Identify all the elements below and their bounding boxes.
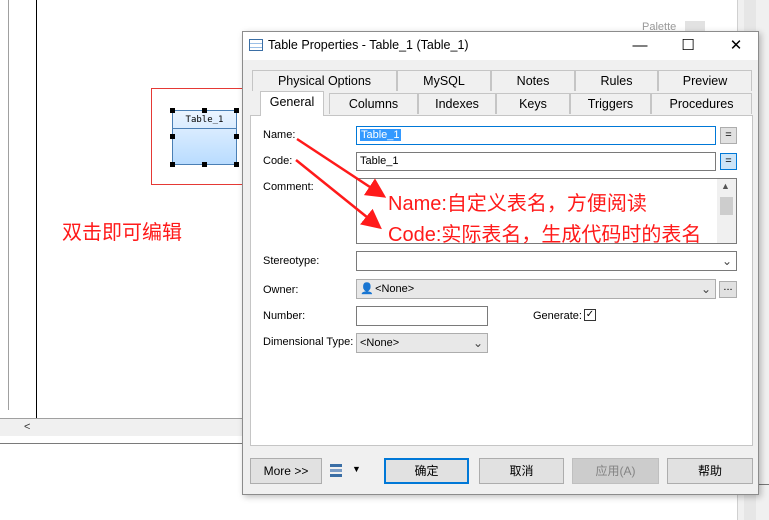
name-arrow bbox=[296, 137, 387, 198]
tab-general[interactable]: General bbox=[260, 91, 324, 116]
name-annotation: Name:自定义表名，方便阅读 bbox=[388, 193, 647, 215]
code-arrow bbox=[295, 159, 382, 230]
code-annotation: Code:实际表名，生成代码时的表名 bbox=[388, 224, 702, 246]
annotation-arrows bbox=[295, 137, 387, 230]
